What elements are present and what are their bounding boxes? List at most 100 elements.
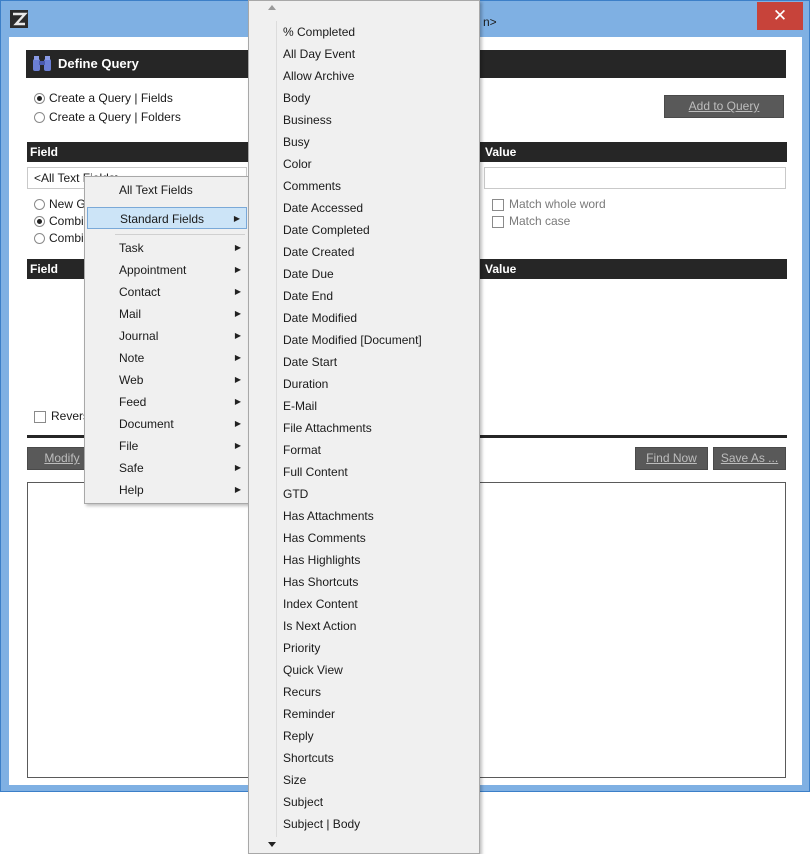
query-fields-radio[interactable] <box>34 93 45 105</box>
submenu-item[interactable]: Duration <box>283 373 477 395</box>
submenu-item[interactable]: % Completed <box>283 21 477 43</box>
chevron-right-icon: ▶ <box>234 375 241 384</box>
menu-item-contact[interactable]: Contact ▶ <box>87 281 247 303</box>
submenu-item[interactable]: Body <box>283 87 477 109</box>
field-header-label: Field <box>30 145 59 159</box>
submenu-item[interactable]: Date Start <box>283 351 477 373</box>
menu-item-label: Appointment <box>119 263 187 277</box>
menu-item-appointment[interactable]: Appointment ▶ <box>87 259 247 281</box>
menu-item-label: Standard Fields <box>120 212 205 226</box>
group-radio-2[interactable] <box>34 233 45 245</box>
submenu-item[interactable]: File Attachments <box>283 417 477 439</box>
field-context-menu: All Text Fields Standard Fields ▶ Task ▶… <box>84 176 250 504</box>
query-fields-option[interactable]: Create a Query | Fields <box>34 91 173 109</box>
group-option-2[interactable]: Combin <box>34 231 90 249</box>
menu-item-label: Journal <box>119 329 159 343</box>
menu-item-document[interactable]: Document ▶ <box>87 413 247 435</box>
submenu-item[interactable]: Recurs <box>283 681 477 703</box>
menu-item-note[interactable]: Note ▶ <box>87 347 247 369</box>
submenu-item[interactable]: Color <box>283 153 477 175</box>
menu-item-web[interactable]: Web ▶ <box>87 369 247 391</box>
submenu-item[interactable]: All Day Event <box>283 43 477 65</box>
submenu-item[interactable]: GTD <box>283 483 477 505</box>
group-option-0[interactable]: New Gr <box>34 197 90 215</box>
save-as-button[interactable]: Save As ... <box>713 447 786 470</box>
submenu-item[interactable]: Has Shortcuts <box>283 571 477 593</box>
submenu-item[interactable]: Size <box>283 769 477 791</box>
match-case-checkbox[interactable] <box>492 215 504 228</box>
reverse-option[interactable]: Revers <box>34 409 89 427</box>
chevron-right-icon: ▶ <box>234 331 241 340</box>
value-input[interactable] <box>484 167 786 189</box>
submenu-item[interactable]: Date Created <box>283 241 477 263</box>
submenu-item[interactable]: Date Due <box>283 263 477 285</box>
query-fields-label: Create a Query | Fields <box>49 91 173 105</box>
menu-item-label: Note <box>119 351 145 365</box>
menu-item-file[interactable]: File ▶ <box>87 435 247 457</box>
menu-item-label: File <box>119 439 139 453</box>
query-folders-label: Create a Query | Folders <box>49 110 181 124</box>
group-radio-0[interactable] <box>34 199 45 211</box>
menu-item-label: Task <box>119 241 144 255</box>
submenu-item[interactable]: Date Accessed <box>283 197 477 219</box>
menu-item-label: Feed <box>119 395 147 409</box>
match-whole-word-checkbox[interactable] <box>492 198 504 211</box>
chevron-right-icon: ▶ <box>234 309 241 318</box>
submenu-item[interactable]: Has Comments <box>283 527 477 549</box>
match-whole-word-option[interactable]: Match whole word <box>492 197 606 215</box>
criteria-value-header: Value <box>485 262 517 276</box>
submenu-item[interactable]: Subject | Body <box>283 813 477 835</box>
menu-item-safe[interactable]: Safe ▶ <box>87 457 247 479</box>
chevron-right-icon: ▶ <box>234 397 241 406</box>
submenu-item[interactable]: Allow Archive <box>283 65 477 87</box>
criteria-field-header: Field <box>30 262 59 276</box>
submenu-item[interactable]: Date Modified [Document] <box>283 329 477 351</box>
submenu-item[interactable]: E-Mail <box>283 395 477 417</box>
scroll-up-arrow-icon[interactable] <box>268 5 276 10</box>
close-button[interactable]: ✕ <box>757 2 803 30</box>
submenu-item[interactable]: Format <box>283 439 477 461</box>
submenu-item[interactable]: Date Completed <box>283 219 477 241</box>
query-folders-option[interactable]: Create a Query | Folders <box>34 110 181 128</box>
submenu-item[interactable]: Date End <box>283 285 477 307</box>
menu-item-feed[interactable]: Feed ▶ <box>87 391 247 413</box>
reverse-checkbox[interactable] <box>34 410 46 423</box>
page-title: Define Query <box>58 56 139 71</box>
submenu-item[interactable]: Quick View <box>283 659 477 681</box>
chevron-right-icon: ▶ <box>234 485 241 494</box>
add-to-query-button[interactable]: Add to Query <box>664 95 784 118</box>
submenu-item[interactable]: Business <box>283 109 477 131</box>
submenu-item[interactable]: Priority <box>283 637 477 659</box>
menu-gutter <box>276 21 277 837</box>
value-header-label: Value <box>485 145 517 159</box>
menu-item-all-text-fields[interactable]: All Text Fields <box>87 179 247 201</box>
menu-item-mail[interactable]: Mail ▶ <box>87 303 247 325</box>
submenu-item[interactable]: Index Content <box>283 593 477 615</box>
menu-item-task[interactable]: Task ▶ <box>87 237 247 259</box>
submenu-item[interactable]: Busy <box>283 131 477 153</box>
submenu-item[interactable]: Subject <box>283 791 477 813</box>
menu-item-label: Safe <box>119 461 144 475</box>
find-now-button[interactable]: Find Now <box>635 447 708 470</box>
submenu-item[interactable]: Date Modified <box>283 307 477 329</box>
menu-separator <box>115 234 245 235</box>
match-case-option[interactable]: Match case <box>492 214 570 232</box>
menu-item-label: Contact <box>119 285 161 299</box>
query-folders-radio[interactable] <box>34 112 45 124</box>
submenu-item[interactable]: Is Next Action <box>283 615 477 637</box>
submenu-item[interactable]: Reminder <box>283 703 477 725</box>
submenu-item[interactable]: Full Content <box>283 461 477 483</box>
submenu-item[interactable]: Reply <box>283 725 477 747</box>
submenu-item[interactable]: Comments <box>283 175 477 197</box>
menu-item-journal[interactable]: Journal ▶ <box>87 325 247 347</box>
group-option-1[interactable]: Combin <box>34 214 90 232</box>
menu-item-label: All Text Fields <box>119 183 193 197</box>
submenu-item[interactable]: Has Highlights <box>283 549 477 571</box>
submenu-item[interactable]: Has Attachments <box>283 505 477 527</box>
menu-item-standard-fields[interactable]: Standard Fields ▶ <box>87 207 247 229</box>
submenu-item[interactable]: Shortcuts <box>283 747 477 769</box>
scroll-down-arrow-icon[interactable] <box>268 842 276 847</box>
group-radio-1[interactable] <box>34 216 45 228</box>
menu-item-help[interactable]: Help ▶ <box>87 479 247 501</box>
match-whole-word-label: Match whole word <box>509 197 606 211</box>
